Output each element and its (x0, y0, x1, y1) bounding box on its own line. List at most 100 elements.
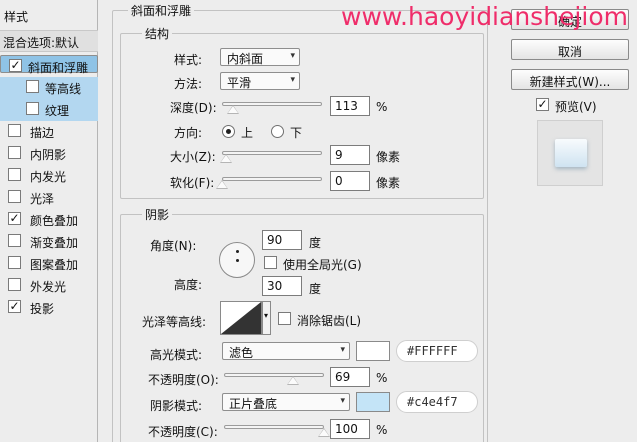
dropdown-icon: ▾ (264, 311, 269, 320)
shadow-opacity-unit: % (376, 423, 388, 437)
anti-alias-checkbox[interactable] (278, 312, 291, 325)
size-unit: 像素 (376, 150, 401, 164)
dropdown-icon: ▾ (290, 51, 295, 61)
highlight-color-swatch[interactable] (356, 341, 390, 361)
gradient-overlay-checkbox-icon[interactable] (8, 234, 21, 247)
gloss-contour-picker[interactable] (220, 301, 262, 335)
angle-input[interactable]: 90 (262, 230, 302, 250)
preview-checkbox[interactable]: ✓ (536, 98, 549, 111)
styles-title: 样式 (4, 10, 29, 24)
watermark-text: www.haoyidianshejiom (341, 2, 628, 31)
style-item-bevel-emboss[interactable]: ✓ 斜面和浮雕 (0, 55, 98, 75)
shadow-color-swatch[interactable] (356, 392, 390, 412)
inner-shadow-checkbox-icon[interactable] (8, 146, 21, 159)
size-slider-track[interactable] (222, 151, 322, 155)
angle-label: 角度(N): (150, 239, 197, 253)
highlight-mode-select[interactable]: 滤色 ▾ (222, 342, 350, 360)
altitude-label: 高度: (174, 278, 203, 292)
angle-dial-center (236, 259, 239, 262)
direction-down-label: 下 (290, 126, 303, 140)
style-item-texture[interactable]: 纹理 (0, 99, 98, 121)
size-label: 大小(Z): (170, 150, 216, 164)
shadow-opacity-label: 不透明度(C): (148, 425, 218, 439)
bevel-emboss-title: 斜面和浮雕 (128, 2, 195, 19)
highlight-hex-label: #FFFFFF (396, 340, 478, 362)
shadow-opacity-track[interactable] (224, 425, 324, 429)
cancel-button[interactable]: 取消 (511, 39, 629, 60)
stroke-checkbox-icon[interactable] (8, 124, 21, 137)
bevel-checkbox-icon[interactable]: ✓ (9, 59, 22, 72)
style-item-satin[interactable]: 光泽 (0, 187, 98, 209)
shadow-mode-label: 阴影模式: (150, 399, 203, 413)
altitude-input[interactable]: 30 (262, 276, 302, 296)
altitude-unit: 度 (309, 282, 322, 296)
highlight-opacity-unit: % (376, 371, 388, 385)
size-input[interactable]: 9 (330, 145, 370, 165)
highlight-opacity-input[interactable]: 69 (330, 367, 370, 387)
highlight-opacity-track[interactable] (224, 373, 324, 377)
dropdown-icon: ▾ (340, 396, 345, 406)
depth-unit: % (376, 100, 388, 114)
style-item-outer-glow[interactable]: 外发光 (0, 275, 98, 297)
preview-thumbnail (537, 120, 603, 186)
texture-checkbox-icon[interactable] (26, 102, 39, 115)
outer-glow-checkbox-icon[interactable] (8, 278, 21, 291)
shadow-opacity-thumb[interactable] (318, 428, 330, 437)
soften-input[interactable]: 0 (330, 171, 370, 191)
global-light-label: 使用全局光(G) (283, 258, 362, 272)
style-select[interactable]: 内斜面 ▾ (220, 48, 300, 66)
direction-down-radio[interactable] (271, 125, 284, 138)
drop-shadow-checkbox-icon[interactable]: ✓ (8, 300, 21, 313)
style-item-inner-glow[interactable]: 内发光 (0, 165, 98, 187)
size-slider-thumb[interactable] (219, 154, 232, 163)
direction-up-label: 上 (241, 126, 254, 140)
highlight-opacity-label: 不透明度(O): (148, 373, 219, 387)
bevel-emboss-pane: 斜面和浮雕 结构 样式: 内斜面 ▾ 方法: 平滑 ▾ 深度(D): 113 %… (112, 0, 490, 442)
style-item-gradient-overlay[interactable]: 渐变叠加 (0, 231, 98, 253)
depth-input[interactable]: 113 (330, 96, 370, 116)
method-select[interactable]: 平滑 ▾ (220, 72, 300, 90)
angle-dial-indicator (236, 250, 239, 253)
gloss-contour-label: 光泽等高线: (142, 315, 207, 329)
angle-unit: 度 (309, 236, 322, 250)
shading-title: 阴影 (142, 206, 173, 223)
shadow-opacity-input[interactable]: 100 (330, 419, 370, 439)
new-style-button[interactable]: 新建样式(W)... (511, 69, 629, 90)
style-item-pattern-overlay[interactable]: 图案叠加 (0, 253, 98, 275)
contour-checkbox-icon[interactable] (26, 80, 39, 93)
style-item-inner-shadow[interactable]: 内阴影 (0, 143, 98, 165)
depth-label: 深度(D): (170, 101, 217, 115)
soften-unit: 像素 (376, 176, 401, 190)
color-overlay-checkbox-icon[interactable]: ✓ (8, 212, 21, 225)
shadow-hex-label: #c4e4f7 (396, 391, 478, 413)
dropdown-icon: ▾ (290, 75, 295, 85)
contour-linear-icon (221, 302, 261, 334)
styles-panel: 样式 混合选项:默认 ✓ 斜面和浮雕 等高线 纹理 描边 内阴影 内发光 光泽 … (0, 0, 98, 442)
soften-label: 软化(F): (170, 176, 215, 190)
preview-swatch (555, 139, 587, 167)
global-light-checkbox[interactable] (264, 256, 277, 269)
depth-slider-thumb[interactable] (227, 105, 240, 114)
direction-up-radio[interactable] (222, 125, 235, 138)
highlight-mode-label: 高光模式: (150, 348, 203, 362)
soften-slider-track[interactable] (222, 177, 322, 181)
blend-options-item[interactable]: 混合选项:默认 (0, 30, 98, 52)
preview-label: 预览(V) (555, 100, 597, 114)
direction-label: 方向: (174, 126, 203, 140)
method-label: 方法: (174, 77, 203, 91)
dropdown-icon: ▾ (340, 345, 345, 355)
inner-glow-checkbox-icon[interactable] (8, 168, 21, 181)
style-item-stroke[interactable]: 描边 (0, 121, 98, 143)
shadow-mode-select[interactable]: 正片叠底 ▾ (222, 393, 350, 411)
angle-dial[interactable] (219, 242, 255, 278)
pattern-overlay-checkbox-icon[interactable] (8, 256, 21, 269)
gloss-contour-dropdown[interactable]: ▾ (262, 301, 271, 335)
style-item-color-overlay[interactable]: ✓ 颜色叠加 (0, 209, 98, 231)
satin-checkbox-icon[interactable] (8, 190, 21, 203)
style-label: 样式: (174, 53, 203, 67)
style-item-drop-shadow[interactable]: ✓ 投影 (0, 297, 98, 319)
soften-slider-thumb[interactable] (216, 180, 228, 189)
highlight-opacity-thumb[interactable] (287, 376, 299, 385)
style-item-contour[interactable]: 等高线 (0, 77, 98, 99)
anti-alias-label: 消除锯齿(L) (297, 314, 362, 328)
